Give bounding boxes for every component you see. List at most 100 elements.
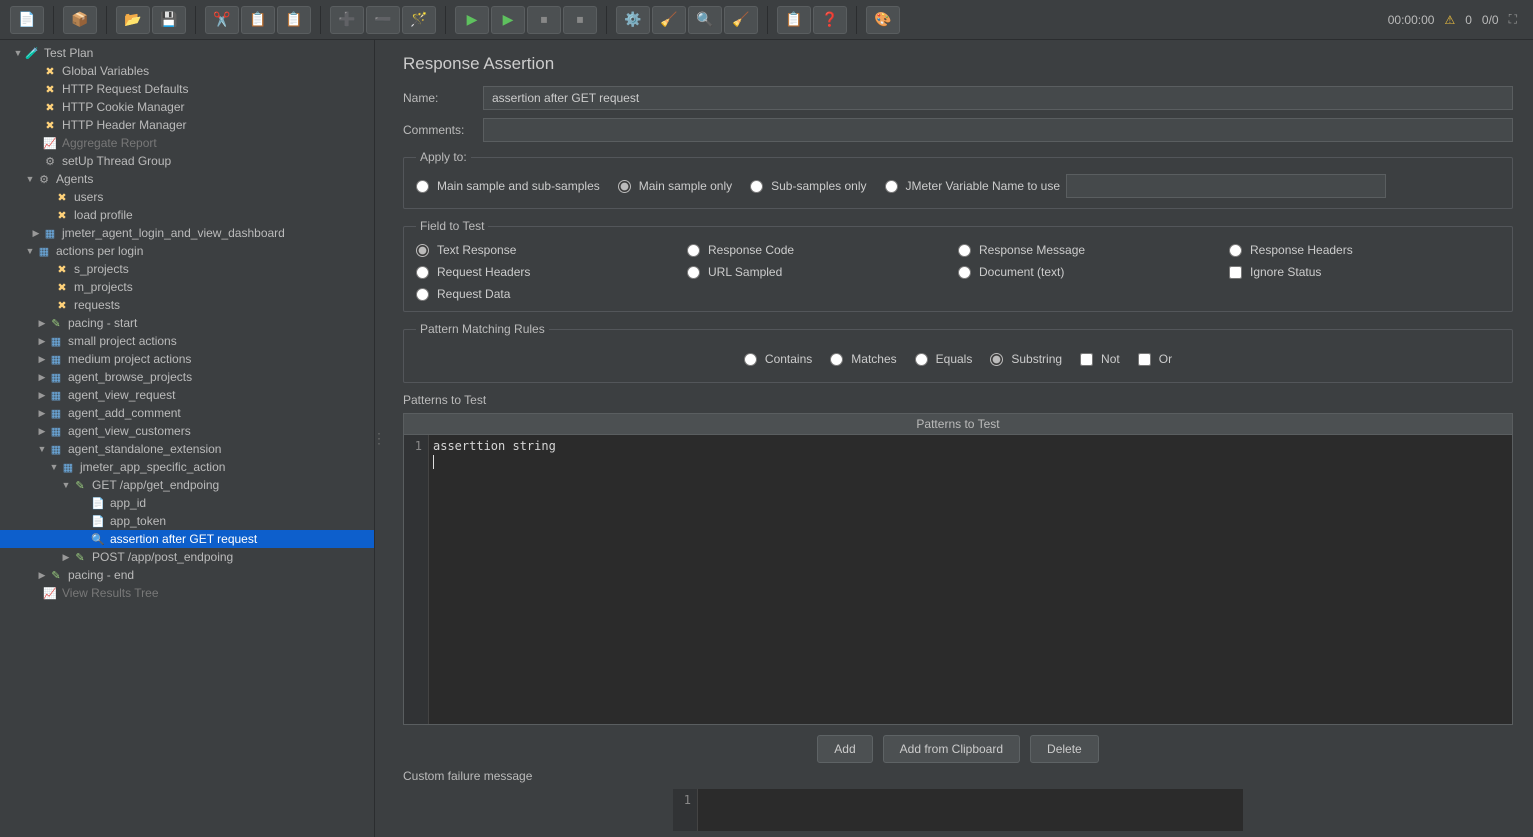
help-button[interactable]: ❓: [813, 6, 847, 34]
start-no-pause-button[interactable]: ▶: [491, 6, 525, 34]
tree-item[interactable]: 📈Aggregate Report: [0, 134, 374, 152]
name-input[interactable]: [483, 86, 1513, 110]
tree-toggle[interactable]: ▼: [12, 48, 24, 58]
jmeter-var-input[interactable]: [1066, 174, 1386, 198]
paste-button[interactable]: 📋: [277, 6, 311, 34]
custom-msg-editor[interactable]: 1: [673, 789, 1243, 831]
tree-toggle[interactable]: ▼: [24, 174, 36, 184]
tree-toggle[interactable]: ▶: [36, 390, 48, 401]
match-matches[interactable]: Matches: [830, 352, 896, 366]
tree-item[interactable]: ▼▦agent_standalone_extension: [0, 440, 374, 458]
clear-button[interactable]: 🧹: [652, 6, 686, 34]
tree-item[interactable]: ✖s_projects: [0, 260, 374, 278]
tree-toggle[interactable]: ▶: [36, 336, 48, 347]
opt-request-headers[interactable]: Request Headers: [416, 265, 687, 279]
apply-sub-only[interactable]: Sub-samples only: [750, 179, 866, 193]
tree-toggle[interactable]: ▶: [36, 408, 48, 419]
tree-item[interactable]: 📄app_id: [0, 494, 374, 512]
cut-button[interactable]: ✂️: [205, 6, 239, 34]
opt-request-data[interactable]: Request Data: [416, 287, 687, 301]
tree-toggle[interactable]: ▼: [48, 462, 60, 472]
tree-item[interactable]: ▼⚙Agents: [0, 170, 374, 188]
tree-item[interactable]: 📄app_token: [0, 512, 374, 530]
opt-response-code[interactable]: Response Code: [687, 243, 958, 257]
tree-item[interactable]: ▼▦jmeter_app_specific_action: [0, 458, 374, 476]
opt-text-response[interactable]: Text Response: [416, 243, 687, 257]
toggle-button[interactable]: 🪄: [402, 6, 436, 34]
tree-item[interactable]: ▶✎POST /app/post_endpoing: [0, 548, 374, 566]
tree-item[interactable]: ✖users: [0, 188, 374, 206]
apply-jmeter-var[interactable]: JMeter Variable Name to use: [885, 179, 1061, 193]
tree-toggle[interactable]: ▶: [36, 426, 48, 437]
new-file-button[interactable]: 📄: [10, 6, 44, 34]
apply-main-only[interactable]: Main sample only: [618, 179, 732, 193]
clear-all-button[interactable]: 🧹: [724, 6, 758, 34]
tree-item[interactable]: ✖m_projects: [0, 278, 374, 296]
custom-code-body[interactable]: [698, 789, 1243, 831]
tree-item[interactable]: ⚙setUp Thread Group: [0, 152, 374, 170]
delete-button[interactable]: Delete: [1030, 735, 1099, 763]
tree-item[interactable]: ▼✎GET /app/get_endpoing: [0, 476, 374, 494]
tree-item[interactable]: ✖HTTP Cookie Manager: [0, 98, 374, 116]
tree-item[interactable]: ▶▦agent_view_request: [0, 386, 374, 404]
comments-input[interactable]: [483, 118, 1513, 142]
stop-button[interactable]: ⏹: [527, 6, 561, 34]
tree-item[interactable]: ▶✎pacing - end: [0, 566, 374, 584]
opt-response-message[interactable]: Response Message: [958, 243, 1229, 257]
match-not[interactable]: Not: [1080, 352, 1120, 366]
tree-toggle[interactable]: ▶: [36, 318, 48, 329]
tree-item[interactable]: ▶▦agent_add_comment: [0, 404, 374, 422]
templates-button[interactable]: 📦: [63, 6, 97, 34]
match-contains[interactable]: Contains: [744, 352, 812, 366]
add-clipboard-button[interactable]: Add from Clipboard: [883, 735, 1020, 763]
tree-item[interactable]: ✖requests: [0, 296, 374, 314]
tree-item[interactable]: 📈View Results Tree: [0, 584, 374, 602]
expand-button[interactable]: ➕: [330, 6, 364, 34]
tree-item[interactable]: ▼▦actions per login: [0, 242, 374, 260]
tree-item[interactable]: ✖HTTP Header Manager: [0, 116, 374, 134]
add-button[interactable]: Add: [817, 735, 872, 763]
copy-button[interactable]: 📋: [241, 6, 275, 34]
search-button[interactable]: 🔍: [688, 6, 722, 34]
match-substring[interactable]: Substring: [990, 352, 1062, 366]
tree-item[interactable]: ▶▦medium project actions: [0, 350, 374, 368]
tree-item[interactable]: ▶▦small project actions: [0, 332, 374, 350]
misc-button[interactable]: 🎨: [866, 6, 900, 34]
tree-toggle[interactable]: ▼: [24, 246, 36, 256]
start-button[interactable]: ▶: [455, 6, 489, 34]
tree-toggle[interactable]: ▼: [36, 444, 48, 454]
tree-toggle[interactable]: ▶: [60, 552, 72, 563]
chk-ignore-status[interactable]: Ignore Status: [1229, 265, 1500, 279]
split-handle[interactable]: [375, 40, 383, 837]
tree-item[interactable]: ▶▦agent_browse_projects: [0, 368, 374, 386]
tree-toggle[interactable]: ▶: [36, 354, 48, 365]
match-equals[interactable]: Equals: [915, 352, 973, 366]
tree-item[interactable]: ✖HTTP Request Defaults: [0, 80, 374, 98]
remote-start-button[interactable]: ⚙️: [616, 6, 650, 34]
settings-icon[interactable]: ⛶: [1509, 12, 1517, 27]
apply-main-sub[interactable]: Main sample and sub-samples: [416, 179, 600, 193]
shutdown-button[interactable]: ⏹: [563, 6, 597, 34]
match-or[interactable]: Or: [1138, 352, 1172, 366]
patterns-editor[interactable]: 1 asserttion string: [403, 435, 1513, 725]
tree-item[interactable]: ▶▦agent_view_customers: [0, 422, 374, 440]
tree-toggle[interactable]: ▶: [36, 570, 48, 581]
save-button[interactable]: 💾: [152, 6, 186, 34]
tree-item[interactable]: ▶▦jmeter_agent_login_and_view_dashboard: [0, 224, 374, 242]
tree-toggle[interactable]: ▼: [60, 480, 72, 490]
tree-item[interactable]: ▼🧪Test Plan: [0, 44, 374, 62]
tree-toggle[interactable]: ▶: [36, 372, 48, 383]
tree-item[interactable]: ✖load profile: [0, 206, 374, 224]
function-helper-button[interactable]: 📋: [777, 6, 811, 34]
pattern-code[interactable]: asserttion string: [429, 435, 1512, 724]
tree-item[interactable]: 🔍assertion after GET request: [0, 530, 374, 548]
tree-item[interactable]: ▶✎pacing - start: [0, 314, 374, 332]
opt-url-sampled[interactable]: URL Sampled: [687, 265, 958, 279]
open-button[interactable]: 📂: [116, 6, 150, 34]
opt-document-text[interactable]: Document (text): [958, 265, 1229, 279]
test-plan-tree[interactable]: ▼🧪Test Plan✖Global Variables✖HTTP Reques…: [0, 40, 375, 837]
tree-toggle[interactable]: ▶: [30, 228, 42, 239]
tree-item[interactable]: ✖Global Variables: [0, 62, 374, 80]
opt-response-headers[interactable]: Response Headers: [1229, 243, 1500, 257]
collapse-button[interactable]: ➖: [366, 6, 400, 34]
